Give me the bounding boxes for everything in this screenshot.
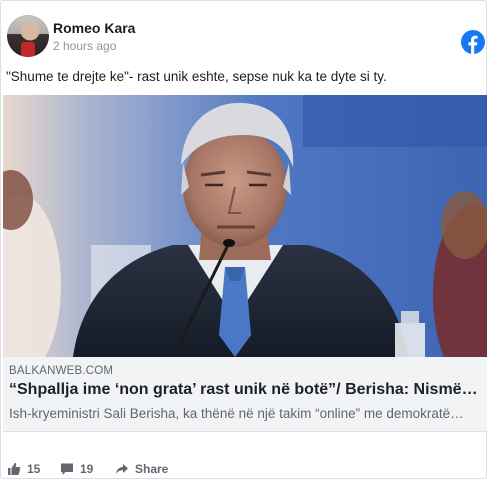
share-label: Share: [135, 462, 169, 476]
link-description: Ish-kryeministri Sali Berisha, ka thënë …: [9, 406, 464, 421]
facebook-post-card: Romeo Kara 2 hours ago "Shume te drejte …: [0, 0, 487, 479]
post-header: Romeo Kara 2 hours ago: [7, 15, 487, 59]
comments-count: 19: [80, 462, 94, 476]
link-title[interactable]: “Shpallja ime ‘non grata’ rast unik në b…: [9, 381, 479, 399]
link-preview-meta[interactable]: BALKANWEB.COM “Shpallja ime ‘non grata’ …: [3, 357, 487, 432]
link-preview-image[interactable]: [3, 95, 487, 357]
likes-count: 15: [27, 462, 41, 476]
author-name[interactable]: Romeo Kara: [53, 20, 135, 36]
facebook-icon[interactable]: [461, 30, 485, 54]
post-text: "Shume te drejte ke"- rast unik eshte, s…: [6, 69, 387, 84]
share-icon: [116, 464, 128, 474]
post-actions-bar: 15 19 Share: [7, 459, 487, 479]
thumbs-up-icon: [8, 463, 21, 475]
likes-count-button[interactable]: 15: [7, 459, 40, 479]
link-domain: BALKANWEB.COM: [9, 365, 114, 377]
author-avatar[interactable]: [7, 15, 49, 57]
avatar-shirt: [21, 42, 35, 57]
share-button[interactable]: Share: [115, 459, 168, 479]
comments-count-button[interactable]: 19: [60, 459, 93, 479]
post-timestamp[interactable]: 2 hours ago: [53, 39, 116, 53]
comment-icon: [61, 463, 73, 475]
